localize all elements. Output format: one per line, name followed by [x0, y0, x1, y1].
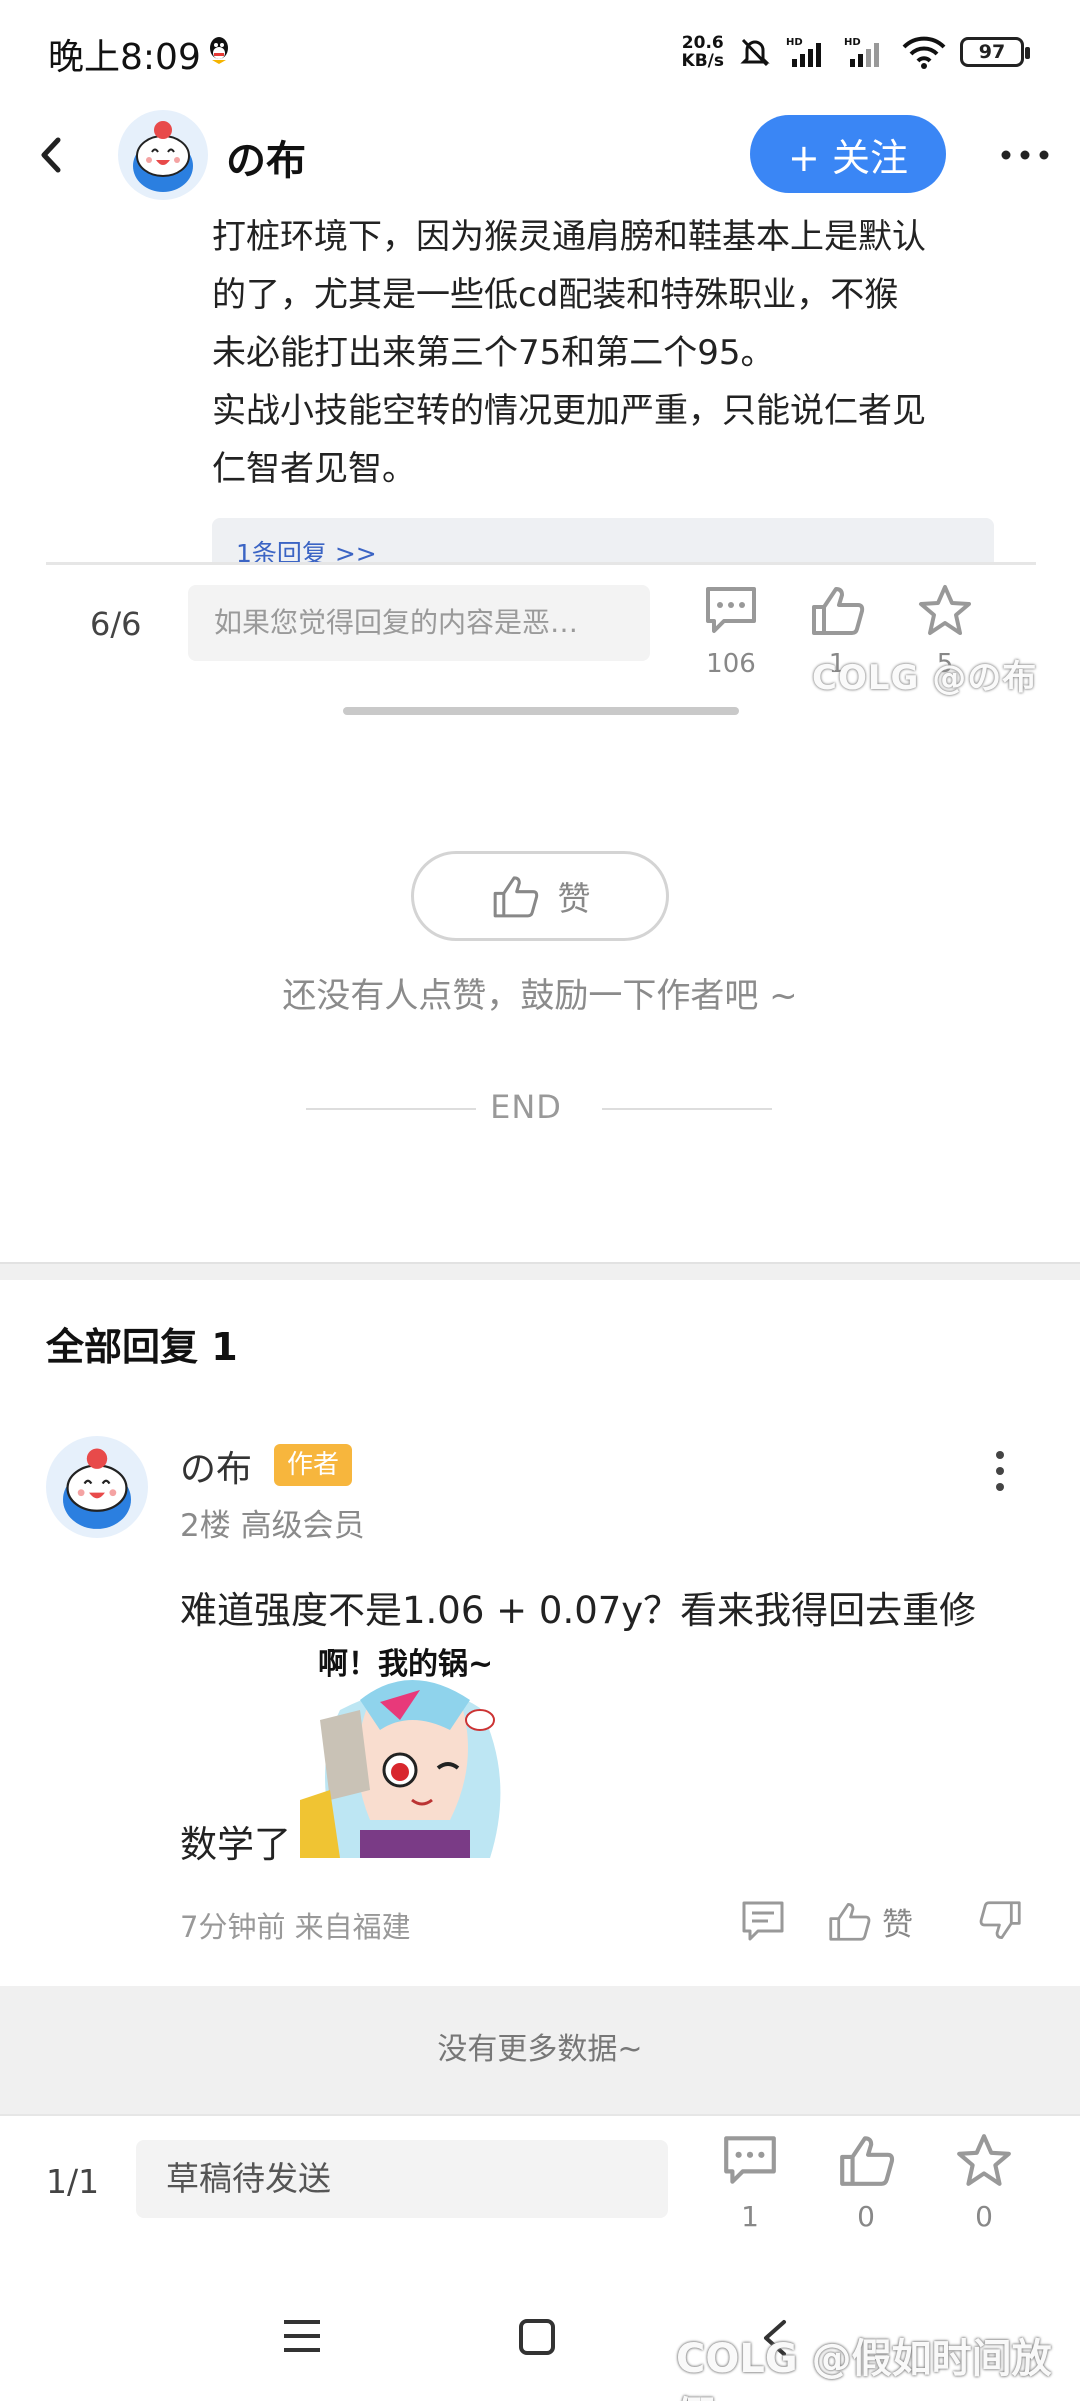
- star-action[interactable]: 0: [944, 2132, 1024, 2233]
- reply-icon: [742, 1901, 784, 1941]
- divider-line: [602, 1108, 772, 1110]
- comment-more-icon[interactable]: [990, 1446, 1010, 1496]
- anime-sticker-image: 啊！我的锅~: [300, 1640, 520, 1858]
- like-count: 0: [857, 2200, 875, 2233]
- comment-time: 7分钟前 来自福建: [180, 1910, 411, 1944]
- like-button[interactable]: 赞: [411, 851, 669, 941]
- bottom-action-bar: 1/1 草稿待发送 1 0 0: [0, 2114, 1080, 2274]
- thumbs-up-icon: [829, 1902, 871, 1941]
- status-time: 晚上8:09: [48, 37, 201, 78]
- reply-input[interactable]: 草稿待发送: [136, 2140, 668, 2218]
- comment-like-label: 赞: [882, 1906, 913, 1943]
- post-body: 打桩环境下，因为猴灵通肩膀和鞋基本上是默认 的了，尤其是一些低cd配装和特殊职业…: [212, 208, 1012, 498]
- svg-text:HD: HD: [844, 37, 861, 48]
- like-action[interactable]: 0: [826, 2132, 906, 2233]
- inner-reply-input: 如果您觉得回复的内容是恶…: [188, 585, 650, 661]
- comment-like-button[interactable]: 赞: [826, 1896, 913, 1946]
- comment-dislike-button[interactable]: [978, 1896, 1024, 1946]
- all-replies-header: 全部回复 1: [46, 1325, 238, 1369]
- star-icon: [919, 585, 971, 635]
- comment-action[interactable]: 1: [710, 2132, 790, 2233]
- colg-watermark-2: COLG @假如时间放假: [676, 2336, 1052, 2401]
- avatar-character-icon: [63, 1448, 131, 1529]
- section-separator: [0, 1262, 1080, 1280]
- comment-count: 1: [741, 2200, 759, 2233]
- sub-reply-box[interactable]: 1条回复 >>: [212, 518, 994, 566]
- comment-text-line: 数学了: [180, 1823, 291, 1866]
- follow-button[interactable]: + 关注: [750, 115, 946, 193]
- signal-hd-icon-2: HD: [844, 37, 879, 67]
- inner-page-indicator: 6/6: [90, 605, 142, 643]
- post-line: 打桩环境下，因为猴灵通肩膀和鞋基本上是默认: [212, 217, 926, 257]
- top-header: の布 + 关注: [0, 100, 1080, 210]
- commenter-avatar[interactable]: [46, 1436, 148, 1538]
- star-count: 0: [975, 2200, 993, 2233]
- comment-text-line: 难道强度不是1.06 + 0.07y？看来我得回去重修: [180, 1589, 977, 1632]
- back-arrow-icon[interactable]: [32, 130, 72, 180]
- comment-icon: [706, 587, 756, 633]
- post-line: 实战小技能空转的情况更加严重，只能说仁者见: [212, 391, 926, 431]
- end-divider: END: [306, 1086, 772, 1132]
- post-line: 的了，尤其是一些低cd配装和特殊职业，不猴: [212, 275, 899, 315]
- thumbs-up-icon: [840, 2136, 895, 2186]
- mute-bell-icon: [740, 38, 770, 67]
- battery-indicator: 97: [960, 37, 1030, 67]
- thumbs-up-icon: [812, 587, 865, 635]
- comment-icon: [724, 2136, 776, 2184]
- status-bar: 晚上8:09 20.6 KB/s HD HD 97: [0, 0, 1080, 100]
- sticker-caption: 啊！我的锅~: [318, 1647, 493, 1682]
- thumbs-up-icon: [493, 876, 538, 918]
- star-icon: [957, 2134, 1011, 2186]
- commenter-name[interactable]: の布: [180, 1440, 252, 1492]
- comment-reply-button[interactable]: [740, 1896, 786, 1946]
- end-label: END: [490, 1088, 562, 1126]
- signal-hd-icon-1: HD: [786, 37, 821, 67]
- like-button-label: 赞: [557, 879, 591, 918]
- inner-comment-count: 106: [706, 649, 756, 679]
- thumbs-down-icon: [979, 1901, 1021, 1940]
- home-square-icon[interactable]: [518, 2318, 556, 2356]
- author-name[interactable]: の布: [226, 128, 306, 186]
- author-badge: 作者: [274, 1444, 352, 1486]
- like-hint-text: 还没有人点赞，鼓励一下作者吧 ~: [282, 976, 798, 1016]
- qq-icon: [210, 37, 228, 64]
- avatar-character-icon: [133, 121, 193, 192]
- page-indicator[interactable]: 1/1: [46, 2162, 99, 2201]
- svg-text:HD: HD: [786, 37, 803, 48]
- more-options-icon[interactable]: [998, 140, 1052, 170]
- inner-home-indicator: [343, 707, 739, 715]
- net-speed: 20.6 KB/s: [681, 33, 724, 71]
- post-line: 未必能打出来第三个75和第二个95。: [212, 333, 775, 373]
- author-avatar[interactable]: [118, 110, 208, 200]
- post-line: 仁智者见智。: [212, 449, 416, 489]
- wifi-icon: [902, 36, 946, 69]
- no-more-data: 没有更多数据~: [0, 1986, 1080, 2114]
- colg-watermark-1: COLG @の布: [812, 658, 1038, 698]
- menu-icon[interactable]: [282, 2318, 322, 2354]
- inner-comment-action: 106: [696, 583, 766, 679]
- comment-floor-meta: 2楼 高级会员: [180, 1508, 365, 1544]
